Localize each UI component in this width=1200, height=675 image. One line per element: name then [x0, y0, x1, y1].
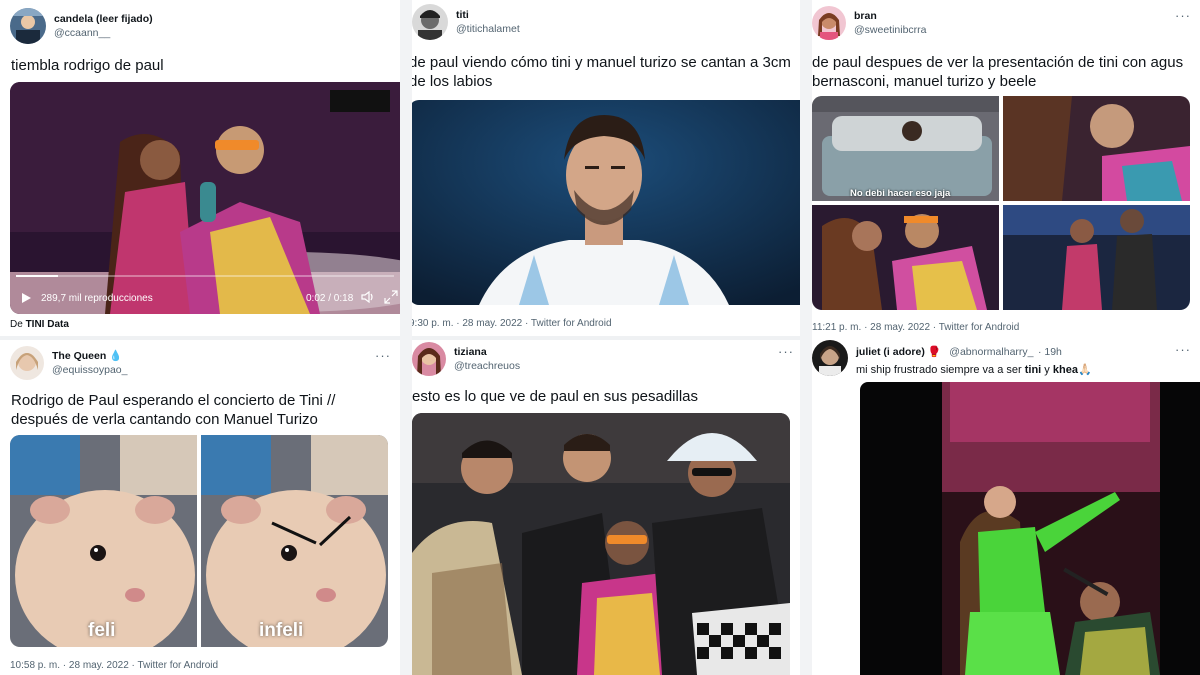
tweet-text-bold: tini	[1024, 364, 1042, 376]
tweet-header: juliet (i adore) 🥊 @abnormalharry_ · 19h…	[812, 340, 1092, 378]
tweet-header: titi @titichalamet	[412, 4, 520, 40]
tweet-text: mi ship frustrado siempre va a ser tini …	[856, 362, 1092, 378]
username[interactable]: @titichalamet	[456, 22, 520, 36]
tweet-text: Rodrigo de Paul esperando el concierto d…	[11, 392, 336, 428]
tweet-relative-time[interactable]: · 19h	[1038, 346, 1062, 358]
username[interactable]: @ccaann__	[54, 26, 153, 40]
image-label-left: feli	[88, 620, 116, 641]
fullscreen-icon[interactable]	[384, 290, 398, 307]
volume-icon[interactable]	[361, 290, 375, 306]
tweet-header: bran @sweetinibcrra	[812, 6, 927, 40]
column-divider-left	[400, 0, 412, 675]
avatar[interactable]	[412, 342, 446, 376]
media-source-prefix: De	[10, 319, 23, 330]
tweet-text-bold: khea	[1052, 364, 1078, 376]
tweet-text: de paul despues de ver la presentación d…	[812, 54, 1184, 90]
tweet-text-emoji: 🙏🏻	[1077, 364, 1092, 376]
media-source: De TINI Data	[10, 319, 69, 330]
display-name[interactable]: bran	[854, 9, 927, 23]
column-divider-right	[800, 0, 812, 675]
username[interactable]: @sweetinibcrra	[854, 23, 927, 37]
username[interactable]: @treachreuos	[454, 359, 520, 373]
tweet-image[interactable]	[412, 413, 790, 675]
tweet-text: de paul viendo cómo tini y manuel turizo…	[412, 54, 791, 90]
avatar[interactable]	[412, 4, 448, 40]
tweet-header: candela (leer fijado) @ccaann__	[10, 8, 153, 44]
video-views: 289,7 mil reproducciones	[41, 293, 153, 304]
display-name[interactable]: The Queen 💧	[52, 349, 127, 363]
tweet-text: esto es lo que ve de paul en sus pesadil…	[412, 388, 699, 405]
display-name[interactable]: titi	[456, 8, 520, 22]
display-name[interactable]: juliet (i adore) 🥊	[856, 346, 941, 358]
tweet-candela[interactable]: candela (leer fijado) @ccaann__ tiembla …	[0, 0, 400, 336]
username[interactable]: @abnormalharry_	[949, 346, 1033, 358]
username[interactable]: @equissoypao_	[52, 363, 127, 377]
tweet-image[interactable]	[412, 100, 800, 305]
image-label-right: infeli	[259, 620, 304, 641]
tweet-text-part: mi ship frustrado siempre va a ser	[856, 364, 1025, 376]
avatar[interactable]	[812, 340, 848, 376]
tweet-timestamp[interactable]: 11:21 p. m. · 28 may. 2022 · Twitter for…	[812, 322, 1019, 333]
display-name[interactable]: tiziana	[454, 345, 520, 359]
more-options-icon[interactable]: ···	[1175, 8, 1191, 23]
media-source-name[interactable]: TINI Data	[26, 319, 69, 330]
play-icon[interactable]	[20, 292, 32, 307]
tweet-tiziana[interactable]: tiziana @treachreuos ··· esto es lo que …	[412, 340, 800, 675]
tweet-bran[interactable]: bran @sweetinibcrra ··· de paul despues …	[812, 0, 1200, 338]
tweet-video[interactable]	[860, 382, 1200, 675]
more-options-icon[interactable]: ···	[778, 344, 794, 359]
avatar[interactable]	[10, 346, 44, 380]
tweet-titi[interactable]: titi @titichalamet de paul viendo cómo t…	[412, 0, 800, 336]
tweet-juliet[interactable]: juliet (i adore) 🥊 @abnormalharry_ · 19h…	[812, 338, 1200, 675]
tweet-timestamp[interactable]: 9:30 p. m. · 28 may. 2022 · Twitter for …	[412, 318, 612, 329]
tweet-video[interactable]: 289,7 mil reproducciones 0:02 / 0:18	[10, 82, 400, 314]
avatar[interactable]	[10, 8, 46, 44]
tweet-image-pair[interactable]: feli infeli	[10, 435, 388, 647]
video-progress-track[interactable]	[16, 275, 394, 277]
avatar[interactable]	[812, 6, 846, 40]
tweet-timestamp[interactable]: 10:58 p. m. · 28 may. 2022 · Twitter for…	[10, 660, 218, 671]
display-name[interactable]: candela (leer fijado)	[54, 12, 153, 26]
video-time: 0:02 / 0:18	[306, 293, 354, 304]
tweet-header: tiziana @treachreuos	[412, 342, 520, 376]
tweet-text: tiembla rodrigo de paul	[11, 57, 164, 74]
tweet-the-queen[interactable]: The Queen 💧 @equissoypao_ ··· Rodrigo de…	[0, 340, 400, 675]
tweet-text-part: y	[1041, 364, 1053, 376]
image-caption: No debi hacer eso jaja	[850, 188, 951, 199]
more-options-icon[interactable]: ···	[375, 348, 391, 363]
tweet-header: The Queen 💧 @equissoypao_	[10, 346, 127, 380]
video-progress-fill	[16, 275, 58, 277]
more-options-icon[interactable]: ···	[1175, 342, 1191, 357]
tweet-image-grid[interactable]: No debi hacer eso jaja	[812, 96, 1190, 310]
